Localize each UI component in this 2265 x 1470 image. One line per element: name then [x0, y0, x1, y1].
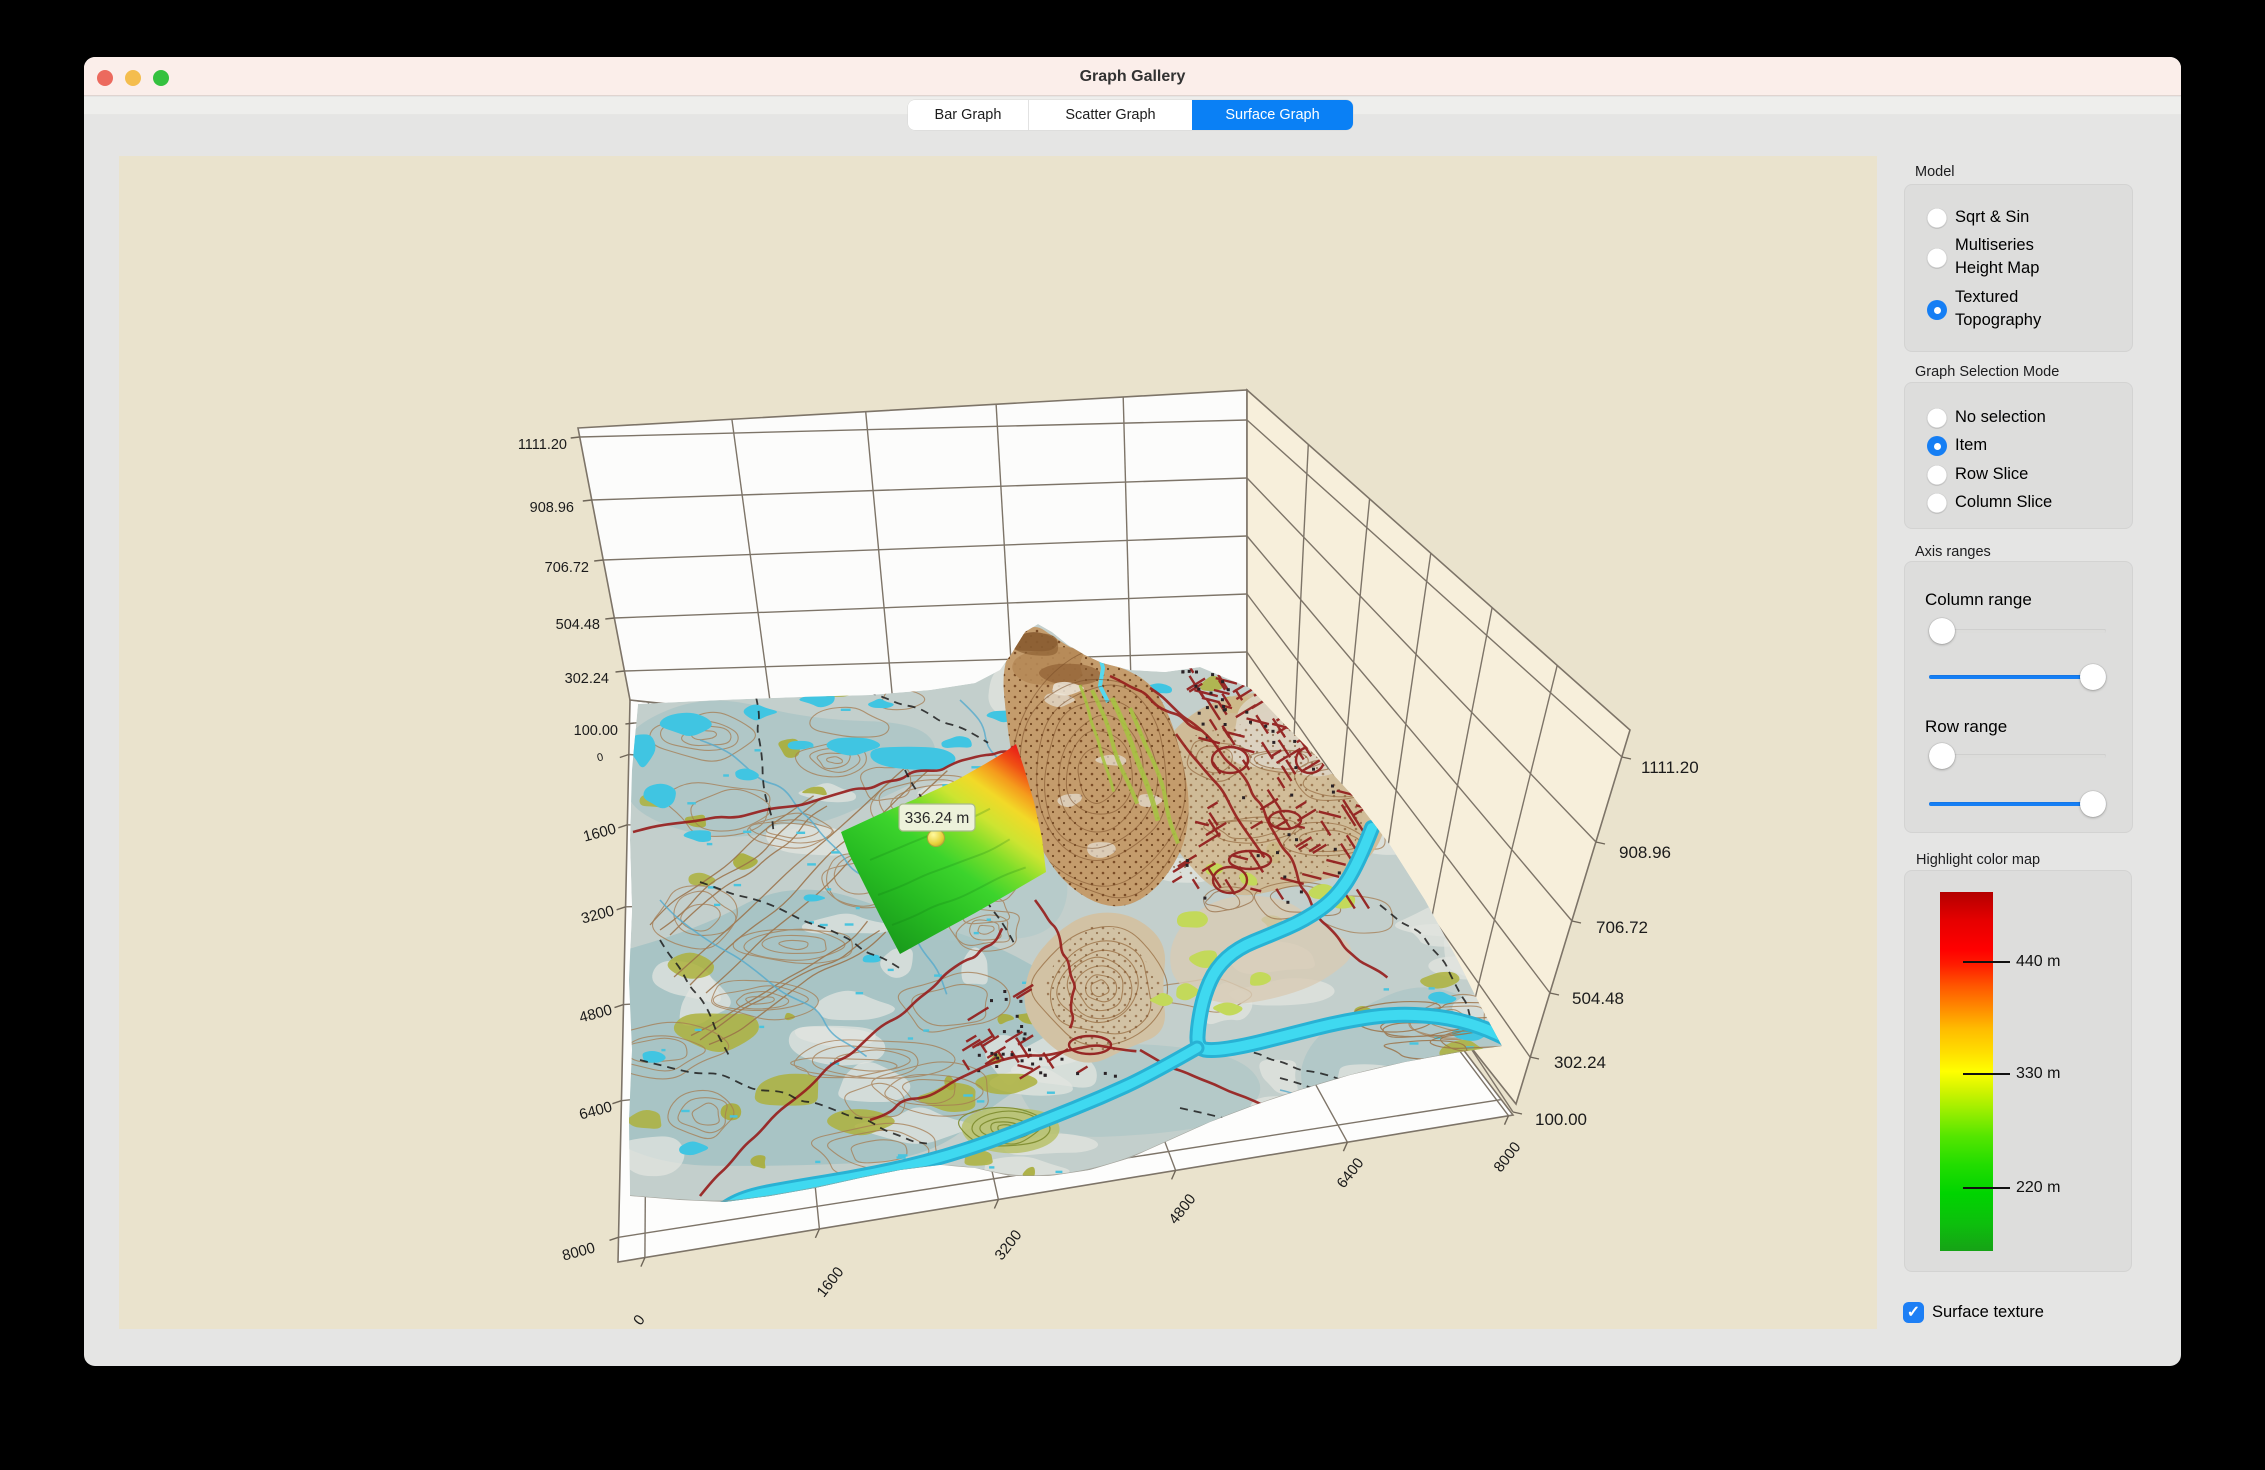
svg-text:706.72: 706.72 [545, 560, 589, 576]
svg-text:302.24: 302.24 [1554, 1053, 1606, 1072]
svg-text:908.96: 908.96 [1619, 843, 1671, 862]
svg-text:504.48: 504.48 [1572, 989, 1624, 1008]
svg-text:100.00: 100.00 [1535, 1110, 1587, 1129]
svg-text:706.72: 706.72 [1596, 918, 1648, 937]
svg-text:336.24 m: 336.24 m [905, 810, 970, 827]
svg-text:100.00: 100.00 [574, 723, 618, 739]
svg-text:302.24: 302.24 [565, 671, 609, 687]
svg-text:1111.20: 1111.20 [518, 437, 567, 453]
svg-text:504.48: 504.48 [556, 617, 600, 633]
svg-text:908.96: 908.96 [530, 500, 574, 516]
svg-text:1111.20: 1111.20 [1641, 758, 1699, 777]
